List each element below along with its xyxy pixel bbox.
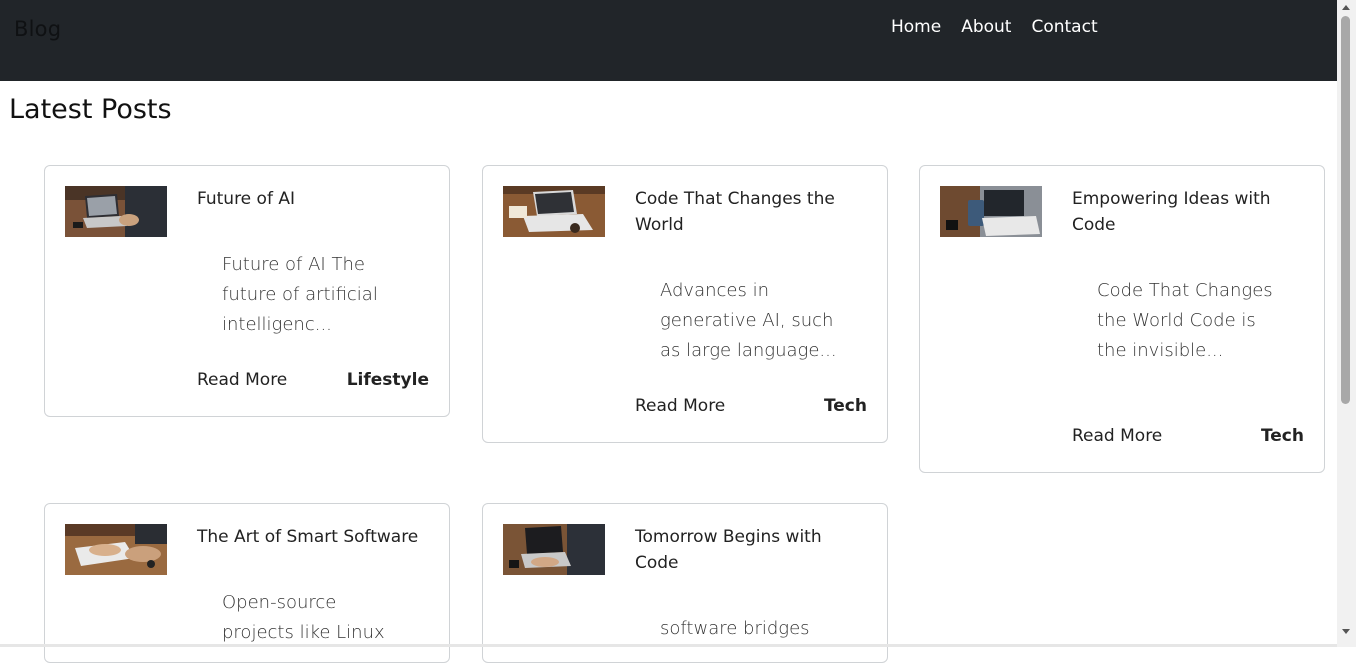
post-card: Future of AI Future of AI The future of …: [44, 165, 450, 417]
vertical-scrollbar[interactable]: [1337, 0, 1356, 647]
post-thumbnail[interactable]: [940, 186, 1042, 237]
read-more-link[interactable]: Read More: [1072, 426, 1162, 446]
read-more-link[interactable]: Read More: [635, 396, 725, 416]
post-card: Code That Changes the World Advances in …: [482, 165, 888, 443]
category-badge: Tech: [823, 396, 867, 416]
post-card: The Art of Smart Software Open-source pr…: [44, 503, 450, 663]
post-thumbnail[interactable]: [503, 524, 605, 575]
scrollbar-thumb[interactable]: [1341, 16, 1350, 404]
post-excerpt: Advances in generative AI, such as large…: [660, 280, 837, 361]
post-thumbnail[interactable]: [65, 524, 167, 575]
navbar: Blog Home About Contact: [0, 0, 1337, 81]
read-more-link[interactable]: Read More: [197, 370, 287, 390]
post-card: Empowering Ideas with Code Code That Cha…: [919, 165, 1325, 473]
post-title[interactable]: Code That Changes the World: [635, 186, 865, 238]
scroll-up-icon[interactable]: [1342, 5, 1350, 10]
nav-link-about[interactable]: About: [961, 17, 1011, 37]
post-excerpt: Open-source projects like Linux: [222, 592, 385, 643]
nav-link-contact[interactable]: Contact: [1031, 17, 1097, 37]
post-title[interactable]: Tomorrow Begins with Code: [635, 524, 865, 576]
post-card: Tomorrow Begins with Code software bridg…: [482, 503, 888, 663]
post-excerpt: software bridges: [660, 618, 810, 639]
post-title[interactable]: The Art of Smart Software: [197, 524, 427, 550]
post-thumbnail[interactable]: [503, 186, 605, 237]
category-badge: Lifestyle: [346, 370, 429, 390]
nav-link-home[interactable]: Home: [891, 17, 941, 37]
post-title[interactable]: Empowering Ideas with Code: [1072, 186, 1302, 238]
brand-logo[interactable]: Blog: [14, 17, 61, 41]
page-title: Latest Posts: [9, 94, 172, 125]
category-badge: Tech: [1260, 426, 1304, 446]
scroll-down-icon[interactable]: [1342, 629, 1350, 634]
nav-links: Home About Contact: [891, 17, 1098, 37]
post-excerpt: Future of AI The future of artificial in…: [222, 254, 378, 335]
post-title[interactable]: Future of AI: [197, 186, 427, 212]
post-excerpt: Code That Changes the World Code is the …: [1097, 280, 1273, 361]
post-thumbnail[interactable]: [65, 186, 167, 237]
